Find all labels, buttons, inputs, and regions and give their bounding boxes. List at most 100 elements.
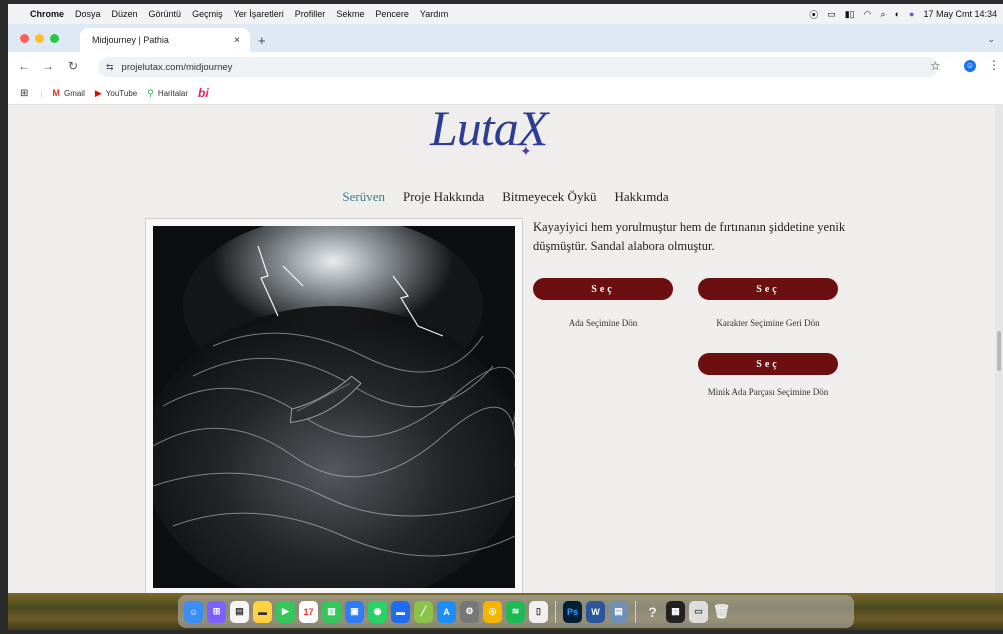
screen: Chrome Dosya Düzen Görüntü Geçmiş Yer İş…	[8, 4, 1003, 630]
gmail-icon: M	[52, 88, 60, 98]
window-icon[interactable]: ▭	[827, 9, 836, 20]
bookmark-maps-label: Haritalar	[157, 88, 189, 98]
word-icon[interactable]: W	[586, 600, 605, 623]
menu-window[interactable]: Pencere	[375, 9, 409, 19]
storm-boat-illustration	[153, 226, 515, 588]
nav-about-project[interactable]: Proje Hakkında	[403, 189, 484, 205]
bookmark-maps[interactable]: ⚲ Haritalar	[147, 88, 188, 99]
story-image-frame	[145, 218, 523, 593]
help-icon[interactable]: ?	[643, 601, 662, 623]
menu-file[interactable]: Dosya	[75, 9, 101, 19]
bookmark-star-icon[interactable]: ☆	[930, 59, 941, 73]
more-menu-icon[interactable]: ⋮	[988, 58, 1000, 72]
battery-icon[interactable]: ▮▯	[845, 9, 855, 20]
settings-icon[interactable]: ⚙	[460, 600, 479, 623]
scrollbar-thumb[interactable]	[997, 331, 1001, 371]
address-bar[interactable]: ⇆ projelutax.com/midjourney	[98, 57, 938, 77]
record-icon[interactable]: ⦿	[809, 8, 818, 21]
launchpad-icon[interactable]: ⊞	[207, 600, 226, 623]
nav-about-me[interactable]: Hakkımda	[614, 189, 668, 205]
whatsapp-icon[interactable]: ◉	[368, 600, 387, 623]
maps-icon: ⚲	[147, 87, 154, 98]
tab-close-icon[interactable]: ×	[234, 35, 240, 46]
menu-profiles[interactable]: Profiller	[295, 9, 326, 19]
photoshop-icon[interactable]: Ps	[563, 600, 582, 623]
menu-status-area: ⦿ ▭ ▮▯ ◠ ⌕ ◐ ● 17 May Cmt 14:34	[809, 4, 997, 24]
window-controls	[20, 34, 59, 43]
menu-help[interactable]: Yardım	[420, 9, 448, 19]
site-logo[interactable]: LutaX ✦	[418, 105, 558, 173]
apps-grid-icon[interactable]: ⊞	[20, 88, 28, 99]
keynote-icon[interactable]: ▣	[345, 600, 364, 623]
new-tab-button[interactable]: +	[258, 33, 266, 48]
tab-search-icon[interactable]: ⌄	[987, 34, 995, 45]
numbers-icon[interactable]: ▥	[322, 600, 341, 623]
preview-icon[interactable]: ▤	[609, 600, 628, 623]
tab-strip: Midjourney | Pathia × + ⌄	[8, 24, 1003, 52]
choice-2-button[interactable]: Seç	[698, 278, 838, 300]
notes-icon[interactable]: ▤	[230, 600, 249, 623]
spotify-icon[interactable]: ≋	[506, 600, 525, 623]
bookmark-gmail-label: Gmail	[63, 88, 85, 98]
app-store-icon[interactable]: A	[437, 600, 456, 623]
window-thumbnail-icon[interactable]: ▭	[689, 600, 708, 623]
menu-edit[interactable]: Düzen	[112, 9, 138, 19]
reload-icon[interactable]: ↻	[68, 59, 78, 73]
dock-separator-2	[635, 600, 636, 623]
choice-1-button[interactable]: Seç	[533, 278, 673, 300]
menu-history[interactable]: Geçmiş	[192, 9, 223, 19]
forward-icon[interactable]: →	[42, 59, 54, 73]
pages-icon[interactable]: ▯	[529, 600, 548, 623]
site-nav: Serüven Proje Hakkında Bitmeyecek Öykü H…	[8, 189, 1003, 205]
menu-app-name[interactable]: Chrome	[30, 9, 64, 19]
back-icon[interactable]: ←	[18, 59, 30, 73]
bookmark-divider: |	[40, 88, 43, 98]
trash-icon[interactable]: 🗑	[712, 601, 731, 623]
zoom-window-button[interactable]	[50, 34, 59, 43]
menu-view[interactable]: Görüntü	[149, 9, 182, 19]
bookmark-gmail[interactable]: M Gmail	[52, 88, 84, 98]
pencil-app-icon[interactable]: ╱	[414, 600, 433, 623]
nav-endless-story[interactable]: Bitmeyecek Öykü	[502, 189, 596, 205]
bookmark-youtube[interactable]: ▶ YouTube	[95, 88, 137, 99]
macos-menu-bar: Chrome Dosya Düzen Görüntü Geçmiş Yer İş…	[8, 4, 1003, 24]
screenshot-thumbnail-icon[interactable]: ▦	[666, 600, 685, 623]
bookmark-youtube-label: YouTube	[105, 88, 138, 98]
page-scrollbar[interactable]	[995, 105, 1003, 593]
story-image	[153, 226, 515, 588]
dock-separator	[555, 600, 556, 623]
control-center-icon[interactable]: ◐	[895, 9, 900, 19]
choice-2-label: Karakter Seçimine Geri Dön	[716, 318, 820, 328]
browser-tab[interactable]: Midjourney | Pathia ×	[80, 28, 250, 52]
choice-3-label: Minik Ada Parçası Seçimine Dön	[707, 387, 829, 397]
bookmark-bi-label: bi	[198, 86, 209, 100]
facetime-icon[interactable]: ▶	[276, 600, 295, 623]
nav-adventure[interactable]: Serüven	[342, 189, 385, 205]
minimize-window-button[interactable]	[35, 34, 44, 43]
macos-dock: ☺ ⊞ ▤ ▬ ▶ 17 ▥ ▣ ◉ ▬ ╱ A ⚙ ◎ ≋ ▯ Ps W ▤ …	[178, 595, 854, 628]
choice-3-button[interactable]: Seç	[698, 353, 838, 375]
web-page: LutaX ✦ Serüven Proje Hakkında Bitmeyece…	[8, 105, 1003, 593]
bookmark-bi[interactable]: bi	[198, 86, 209, 100]
search-icon[interactable]: ⌕	[881, 9, 886, 20]
profile-avatar[interactable]: ☺	[964, 60, 976, 72]
story-text: Kayayiyici hem yorulmuştur hem de fırtın…	[533, 220, 846, 253]
zoom-icon[interactable]: ▬	[391, 600, 410, 623]
bookmarks-bar: ⊞ | M Gmail ▶ YouTube ⚲ Haritalar bi	[8, 82, 1003, 105]
calendar-icon[interactable]: 17	[299, 600, 318, 623]
browser-toolbar: ← → ↻ ⇆ projelutax.com/midjourney ☆ ☺ ⋮	[8, 52, 1003, 82]
site-settings-icon[interactable]: ⇆	[106, 62, 114, 73]
url-text: projelutax.com/midjourney	[121, 61, 233, 73]
wifi-icon[interactable]: ◠	[864, 9, 872, 20]
stickies-icon[interactable]: ▬	[253, 600, 272, 623]
menu-bookmarks[interactable]: Yer İşaretleri	[234, 9, 284, 19]
finder-icon[interactable]: ☺	[184, 600, 203, 623]
youtube-icon: ▶	[94, 87, 102, 98]
menu-tab[interactable]: Sekme	[336, 9, 364, 19]
clock[interactable]: 17 May Cmt 14:34	[923, 9, 997, 19]
close-window-button[interactable]	[20, 34, 29, 43]
chrome-icon[interactable]: ◎	[483, 600, 502, 623]
tab-title: Midjourney | Pathia	[92, 35, 169, 45]
sparkle-icon: ✦	[520, 143, 532, 159]
siri-icon[interactable]: ●	[909, 9, 914, 19]
